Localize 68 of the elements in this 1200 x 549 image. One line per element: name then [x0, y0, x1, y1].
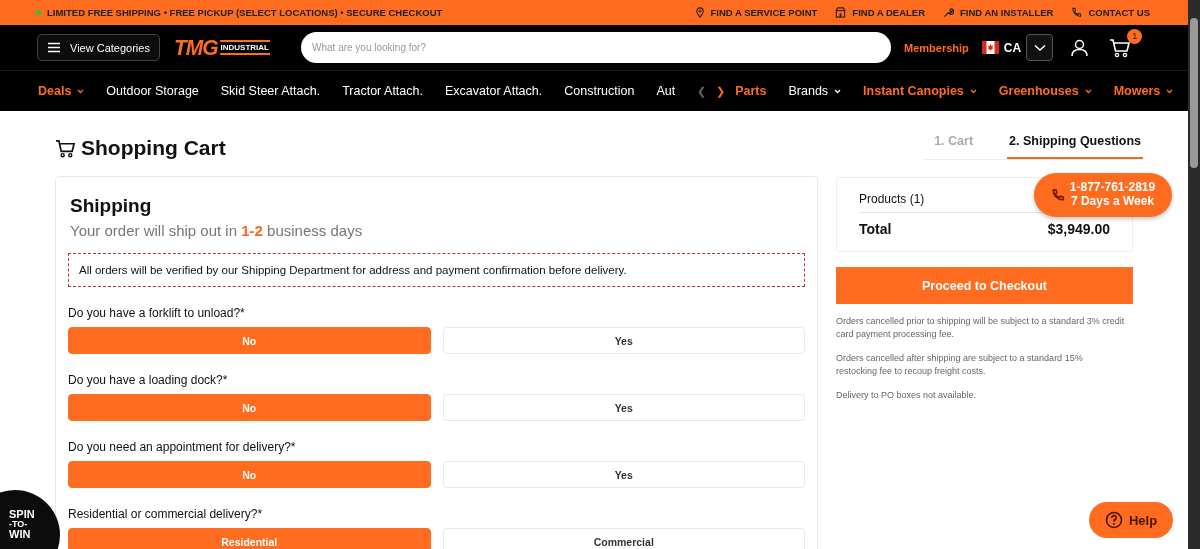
nav-item[interactable]: Tractor Attach. — [342, 84, 423, 98]
question-label: Do you need an appointment for delivery?* — [68, 440, 297, 454]
nav-item[interactable]: Deals — [38, 84, 85, 98]
country-code: CA — [1003, 40, 1022, 55]
question-label: Do you have a loading dock?* — [68, 373, 229, 387]
nav-item[interactable]: Construction — [564, 84, 635, 98]
promo-link[interactable]: FIND A SERVICE POINT — [694, 7, 818, 18]
policy-note: Orders cancelled after shipping are subject to a standard 15% restocking fee to recoup freight costs. — [836, 352, 1084, 379]
notice-text: All orders will be verified by our Shipping Department for address and payment confirmation before delivery. — [68, 253, 805, 287]
phone-hours: 7 Days a Week — [1070, 195, 1155, 209]
promo-link[interactable]: CONTACT US — [1071, 7, 1150, 18]
shipping-estimate: Your order will ship out in 1-2 business days — [70, 222, 364, 239]
badge-text: WIN — [9, 529, 31, 540]
policy-note: Delivery to PO boxes not available. — [836, 389, 978, 403]
products-label: Products (1) — [859, 192, 925, 206]
caret-icon — [834, 88, 842, 94]
caret-icon — [1084, 88, 1092, 94]
nav-item[interactable]: Parts — [735, 84, 767, 98]
chevron-down-icon — [1033, 43, 1046, 52]
status-dot-icon — [36, 10, 41, 15]
menu-icon — [47, 42, 61, 53]
nav-item[interactable]: Outdoor Storage — [106, 84, 199, 98]
country-dropdown-button[interactable] — [1026, 34, 1054, 61]
nav-item[interactable]: Greenhouses — [998, 84, 1092, 98]
caret-icon — [77, 88, 85, 94]
nav-item[interactable]: Skid Steer Attach. — [220, 84, 321, 98]
account-icon[interactable] — [1071, 38, 1089, 57]
cart-icon — [55, 138, 76, 158]
badge-text: -TO- — [9, 520, 28, 529]
view-categories-button[interactable]: View Categories — [37, 34, 160, 61]
step-tab[interactable]: 2. Shipping Questions — [1007, 131, 1143, 159]
search-field[interactable]: What are you looking for? — [301, 32, 891, 63]
option-button[interactable]: Yes — [442, 327, 805, 354]
option-button[interactable]: Yes — [442, 394, 805, 421]
option-button[interactable]: Yes — [442, 461, 805, 488]
cart-icon[interactable] — [1109, 37, 1132, 58]
flag-icon — [981, 41, 999, 54]
location-pin-icon — [694, 7, 705, 18]
nav-item[interactable]: Instant Canopies — [863, 84, 977, 98]
caret-icon — [969, 88, 977, 94]
question-label: Do you have a forklift to unload?* — [68, 306, 246, 320]
promo-link[interactable]: FIND AN INSTALLER — [943, 7, 1054, 18]
section-title: Shipping — [70, 195, 153, 217]
caret-icon — [1166, 88, 1174, 94]
phone-icon — [1071, 7, 1083, 18]
promo-link[interactable]: FIND A DEALER — [835, 7, 925, 18]
badge-text: SPIN — [9, 509, 35, 520]
store-icon — [835, 7, 847, 18]
option-button[interactable]: Commercial — [442, 528, 805, 549]
cart-count-badge: 1 — [1127, 28, 1143, 44]
question-label: Residential or commercial delivery?* — [68, 507, 264, 521]
phone-icon — [1050, 188, 1065, 202]
scroll-right-button[interactable]: ❯ — [716, 84, 726, 98]
wrench-icon — [943, 7, 954, 18]
nav-item[interactable]: Excavator Attach. — [444, 84, 543, 98]
policy-note: Orders cancelled prior to shipping will be subject to a standard 3% credit card payment processing fee. — [836, 315, 1126, 342]
nav-item[interactable]: Brands — [788, 84, 842, 98]
spin-to-win-badge[interactable]: SPIN -TO- WIN — [0, 490, 60, 549]
help-button[interactable]: Help — [1089, 502, 1173, 538]
phone-number: 1-877-761-2819 — [1069, 181, 1156, 195]
total-amount: $3,949.00 — [1047, 221, 1110, 237]
promo-message: LIMITED FREE SHIPPING • FREE PICKUP (SELECT LOCATIONS) • SECURE CHECKOUT — [47, 7, 443, 18]
nav-item[interactable]: Aut — [656, 84, 676, 98]
total-label: Total — [859, 221, 892, 237]
page-title: Shopping Cart — [81, 136, 226, 160]
nav-item[interactable]: Mowers — [1113, 84, 1174, 98]
membership-link[interactable]: Membership — [904, 41, 969, 54]
help-icon — [1104, 511, 1123, 529]
